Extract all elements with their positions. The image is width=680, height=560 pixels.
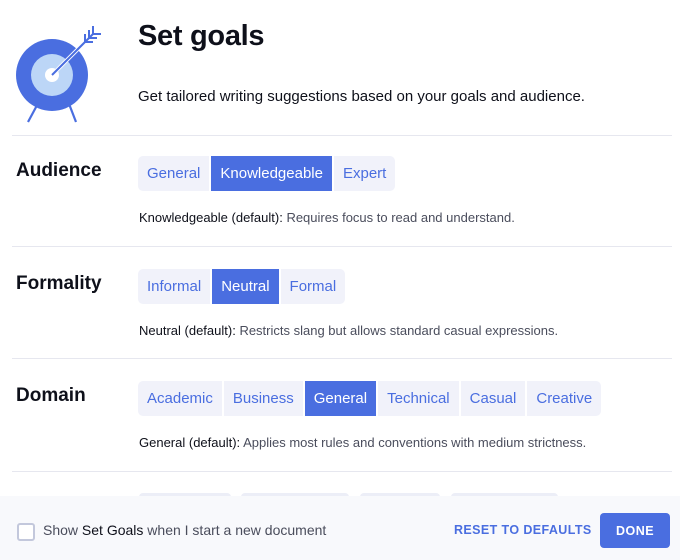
option-creative[interactable]: Creative bbox=[527, 381, 602, 416]
description-text: Requires focus to read and understand. bbox=[282, 210, 515, 225]
option-casual[interactable]: Casual bbox=[460, 381, 528, 416]
formality-segmented-control: Informal Neutral Formal bbox=[138, 269, 346, 304]
option-technical[interactable]: Technical bbox=[378, 381, 461, 416]
option-description: Neutral (default): Restricts slang but a… bbox=[139, 323, 558, 338]
description-text: Restricts slang but allows standard casu… bbox=[235, 323, 559, 338]
description-key: Knowledgeable (default): bbox=[139, 210, 283, 225]
checkbox-label[interactable]: Show Set Goals when I start a new docume… bbox=[43, 522, 326, 538]
divider bbox=[12, 358, 672, 359]
option-formal[interactable]: Formal bbox=[280, 269, 346, 304]
section-label: Formality bbox=[16, 273, 102, 294]
show-on-new-document-checkbox[interactable] bbox=[17, 523, 35, 541]
footer: Show Set Goals when I start a new docume… bbox=[0, 496, 680, 560]
reset-to-defaults-button[interactable]: RESET TO DEFAULTS bbox=[454, 523, 592, 537]
audience-segmented-control: General Knowledgeable Expert bbox=[138, 156, 396, 191]
checkbox-label-strong: Set Goals bbox=[81, 522, 144, 538]
option-neutral[interactable]: Neutral bbox=[212, 269, 281, 304]
set-goals-dialog: Set goals Get tailored writing suggestio… bbox=[0, 0, 680, 560]
option-informal[interactable]: Informal bbox=[138, 269, 213, 304]
checkbox-label-pre: Show bbox=[43, 522, 82, 538]
section-label: Audience bbox=[16, 160, 102, 181]
section-audience: Audience General Knowledgeable Expert Kn… bbox=[0, 136, 680, 246]
option-description: Knowledgeable (default): Requires focus … bbox=[139, 210, 515, 225]
section-label: Domain bbox=[16, 385, 86, 406]
description-key: Neutral (default): bbox=[139, 323, 236, 338]
checkbox-label-post: when I start a new document bbox=[143, 522, 327, 538]
header: Set goals Get tailored writing suggestio… bbox=[0, 0, 680, 135]
description-text: Applies most rules and conventions with … bbox=[240, 435, 587, 450]
divider bbox=[12, 471, 672, 472]
option-description: General (default): Applies most rules an… bbox=[139, 435, 586, 450]
page-subtitle: Get tailored writing suggestions based o… bbox=[138, 88, 585, 105]
option-expert[interactable]: Expert bbox=[333, 156, 396, 191]
section-formality: Formality Informal Neutral Formal Neutra… bbox=[0, 249, 680, 359]
domain-segmented-control: Academic Business General Technical Casu… bbox=[138, 381, 602, 416]
section-domain: Domain Academic Business General Technic… bbox=[0, 361, 680, 471]
option-business[interactable]: Business bbox=[223, 381, 305, 416]
target-arrow-icon bbox=[16, 26, 101, 123]
option-knowledgeable[interactable]: Knowledgeable bbox=[211, 156, 334, 191]
done-button[interactable]: DONE bbox=[600, 513, 670, 548]
divider bbox=[12, 246, 672, 247]
option-general[interactable]: General bbox=[138, 156, 212, 191]
option-academic[interactable]: Academic bbox=[138, 381, 224, 416]
page-title: Set goals bbox=[138, 20, 265, 52]
option-general[interactable]: General bbox=[304, 381, 379, 416]
description-key: General (default): bbox=[139, 435, 241, 450]
